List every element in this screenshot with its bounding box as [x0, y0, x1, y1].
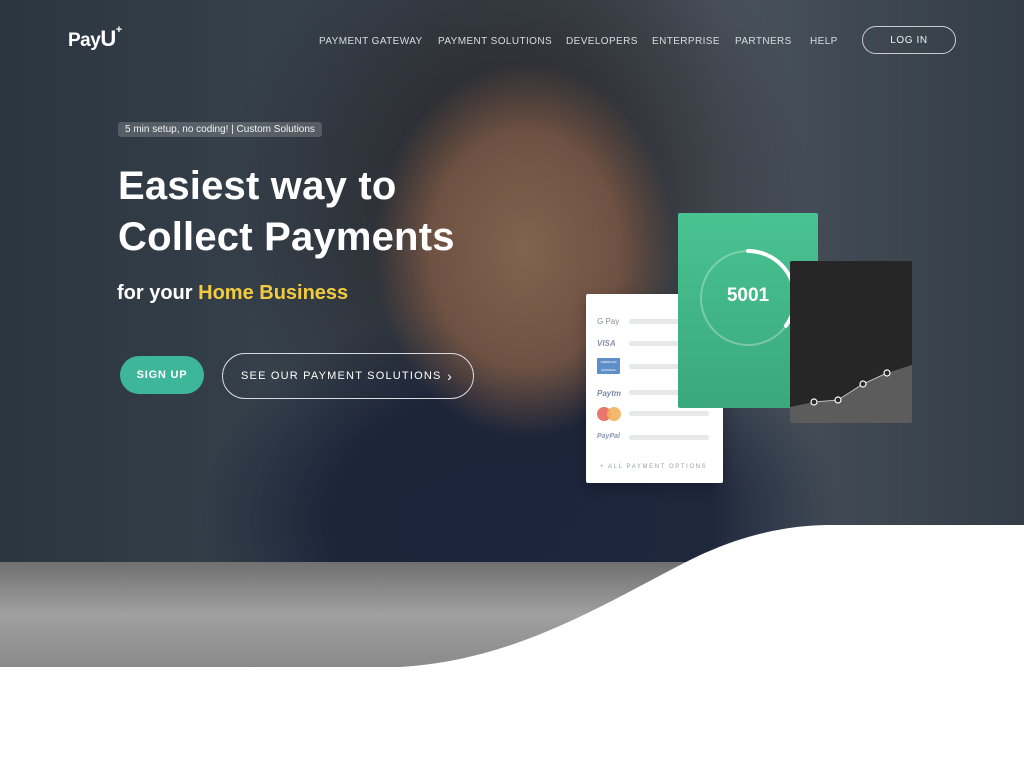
chart-area [790, 365, 912, 423]
mastercard-logo [597, 406, 623, 422]
hero-heading-line2: Collect Payments [118, 215, 455, 259]
chart-point [810, 398, 818, 406]
sub-prefix: for your [117, 282, 193, 304]
logo-mark: + [115, 24, 122, 36]
paytm-logo: Paytm [597, 389, 622, 398]
nav-partners[interactable]: PARTNERS [735, 36, 792, 47]
nav-developers[interactable]: DEVELOPERS [566, 36, 638, 47]
chart-point [883, 369, 891, 377]
see-payment-solutions-button[interactable]: SEE OUR PAYMENT SOLUTIONS › [222, 353, 474, 399]
setup-badge: 5 min setup, no coding! | Custom Solutio… [118, 122, 322, 137]
amex-logo: AMERICAN EXPRESS [597, 358, 620, 374]
sub-highlight: Home Business [198, 282, 349, 304]
solutions-label: SEE OUR PAYMENT SOLUTIONS [241, 370, 442, 382]
nav-help[interactable]: HELP [810, 36, 838, 47]
login-button[interactable]: LOG IN [862, 26, 956, 54]
placeholder-line [629, 435, 709, 440]
nav-payment-gateway[interactable]: PAYMENT GATEWAY [319, 36, 423, 47]
hero-subheading: for your Home Business [117, 282, 348, 305]
growth-chart-card [790, 261, 912, 423]
chart-point [834, 396, 842, 404]
placeholder-line [629, 411, 709, 416]
paypal-logo: PayPal [597, 433, 620, 440]
nav-payment-solutions[interactable]: PAYMENT SOLUTIONS [438, 36, 552, 47]
gpay-logo: G Pay [597, 317, 620, 326]
chevron-right-icon: › [447, 368, 453, 384]
visa-logo: VISA [597, 339, 616, 348]
hero-heading-line1: Easiest way to [118, 164, 397, 208]
growth-chart [790, 365, 912, 423]
signup-button[interactable]: SIGN UP [120, 356, 204, 394]
all-payment-options-link[interactable]: + ALL PAYMENT OPTIONS [600, 464, 707, 470]
chart-point [859, 380, 867, 388]
nav-enterprise[interactable]: ENTERPRISE [652, 36, 720, 47]
